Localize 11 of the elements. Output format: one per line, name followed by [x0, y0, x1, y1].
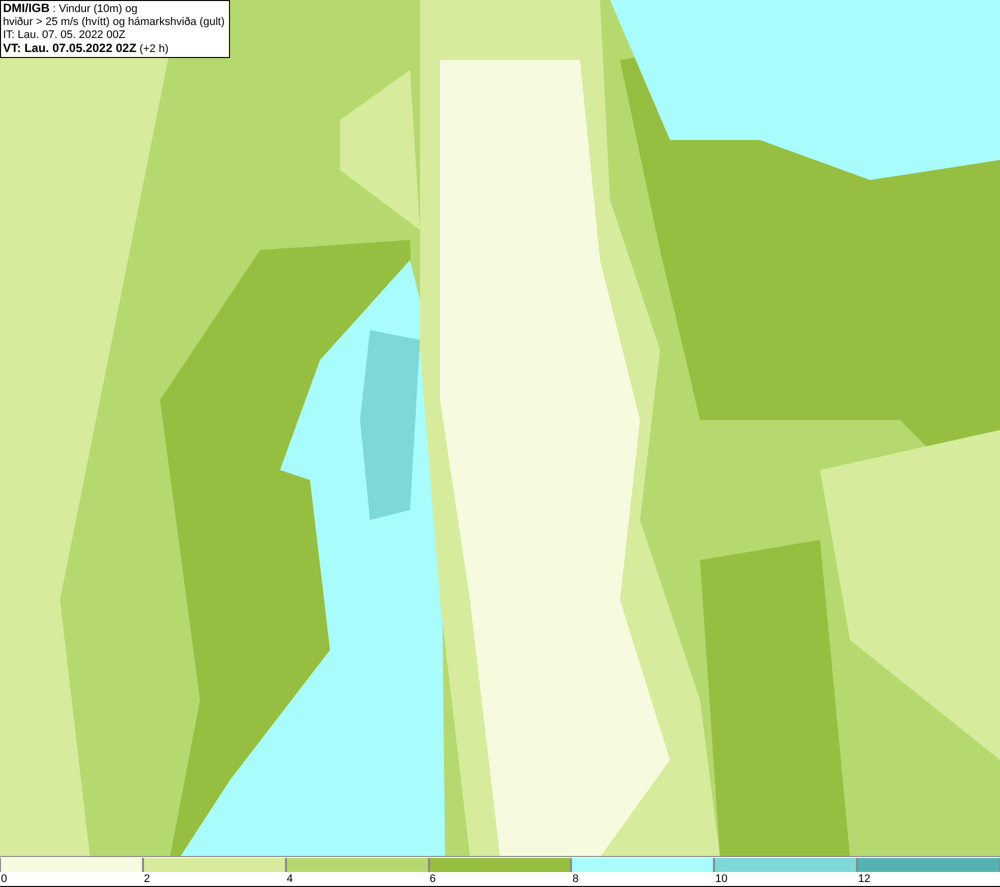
- legend-tick-label: 2: [144, 873, 150, 885]
- legend-tick-label: 4: [286, 873, 293, 885]
- legend-tick-label: 8: [572, 873, 579, 885]
- legend-tick-label: 0: [1, 873, 8, 885]
- legend-tick-label: 10: [715, 873, 728, 885]
- title-line: DMI/IGB : Vindur (10m) og: [3, 2, 139, 16]
- title-line: hviður > 25 m/s (hvítt) og hámarkshviða (gult): [3, 16, 226, 29]
- legend-tick-label: 12: [858, 873, 870, 885]
- title-line: VT: Lau. 07.05.2022 02Z (+2 h): [3, 42, 170, 56]
- legend-tick-label: 6: [430, 873, 436, 885]
- title-line: IT: Lau. 07. 05. 2022 00Z: [3, 29, 126, 42]
